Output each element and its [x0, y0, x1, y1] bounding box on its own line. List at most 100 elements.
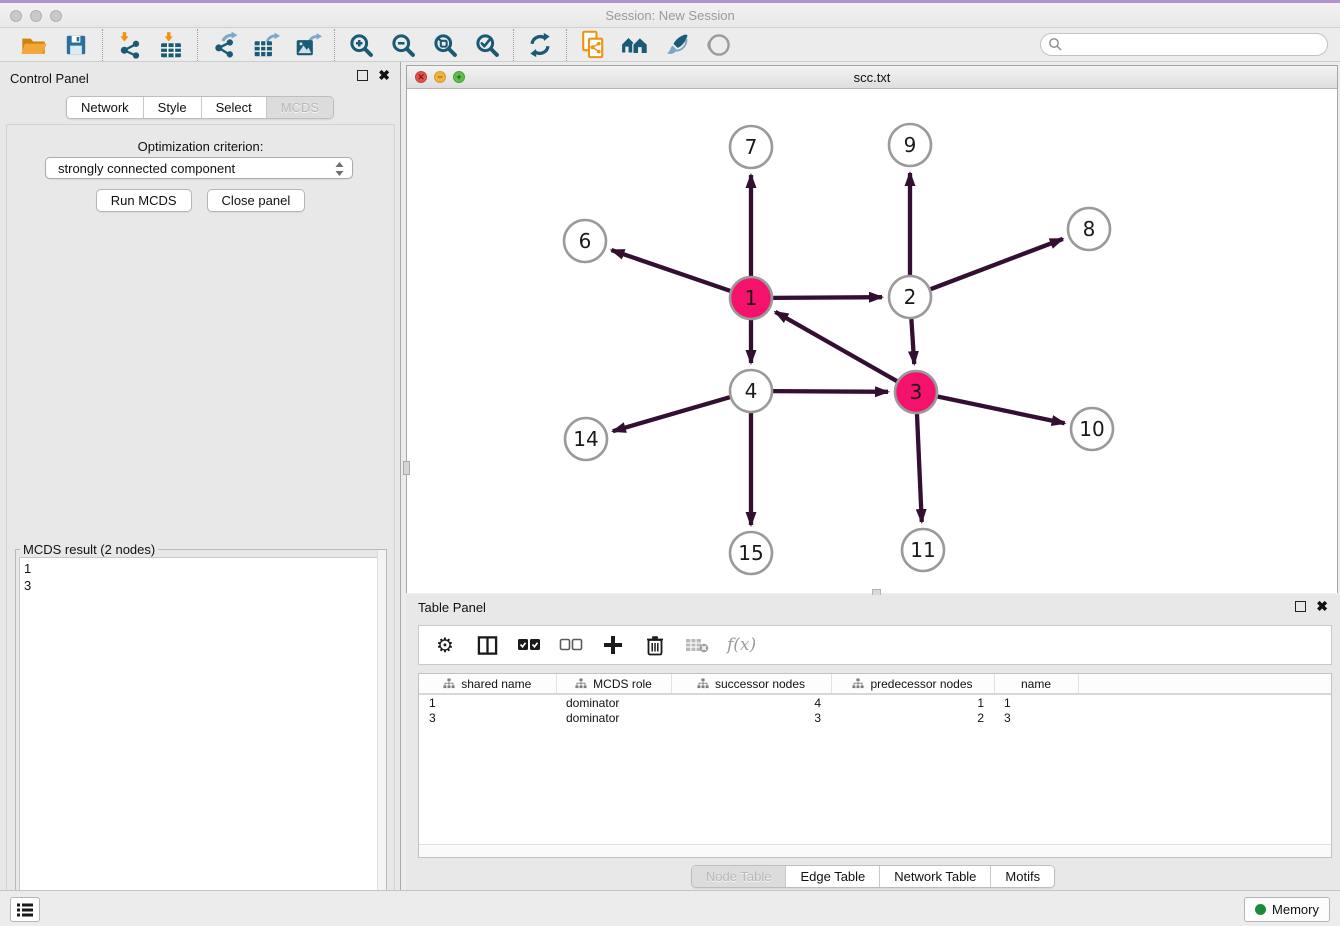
- graph-edge-3-11[interactable]: [917, 414, 922, 522]
- graph-edge-3-1[interactable]: [775, 312, 897, 381]
- chevron-up-down-icon: [334, 160, 345, 181]
- column-header-successor-nodes[interactable]: successor nodes: [671, 674, 831, 694]
- graph-node-label: 3: [910, 380, 923, 404]
- column-header-shared-name[interactable]: shared name: [419, 674, 556, 694]
- criterion-dropdown[interactable]: strongly connected component: [45, 157, 353, 179]
- table-toolbar: ⚙ f(x): [418, 625, 1332, 665]
- graph-node-label: 15: [738, 541, 763, 565]
- table-hscrollbar[interactable]: [419, 844, 1331, 857]
- graph-edge-1-6[interactable]: [611, 250, 730, 291]
- memory-label: Memory: [1272, 902, 1319, 917]
- splitter-grip[interactable]: [403, 461, 410, 475]
- graph-edge-4-3[interactable]: [773, 391, 888, 392]
- task-history-button[interactable]: [10, 897, 40, 922]
- mcds-panel: Optimization criterion: strongly connect…: [6, 124, 395, 926]
- graph-node-label: 9: [904, 133, 917, 157]
- table-cell[interactable]: 4: [671, 694, 831, 710]
- window-title: Session: New Session: [0, 8, 1340, 23]
- column-header-name[interactable]: name: [994, 674, 1078, 694]
- tab-network[interactable]: Network: [67, 97, 143, 118]
- table-cell[interactable]: dominator: [556, 694, 671, 710]
- hide-eye-icon[interactable]: [705, 31, 733, 59]
- graph-node-label: 6: [579, 229, 592, 253]
- memory-button[interactable]: Memory: [1244, 897, 1330, 922]
- tab-network-table[interactable]: Network Table: [879, 866, 990, 887]
- table-cell[interactable]: dominator: [556, 710, 671, 726]
- export-image-icon[interactable]: [294, 31, 322, 59]
- network-title: scc.txt: [407, 70, 1337, 85]
- table-row[interactable]: 1dominator411: [419, 694, 1331, 710]
- graph-edge-4-14[interactable]: [613, 397, 730, 431]
- table-cell[interactable]: 3: [419, 710, 556, 726]
- main-toolbar: [0, 28, 1340, 62]
- zoom-out-icon[interactable]: [389, 31, 417, 59]
- graph-node-label: 8: [1083, 217, 1096, 241]
- session-home-icon[interactable]: [621, 31, 649, 59]
- export-table-icon[interactable]: [252, 31, 280, 59]
- table-row[interactable]: 3dominator323: [419, 710, 1331, 726]
- control-panel: Control Panel ✖ Network Style Select MCD…: [0, 62, 401, 890]
- control-panel-tabs: Network Style Select MCDS: [66, 96, 334, 119]
- mcds-result-scrollbar[interactable]: [377, 550, 386, 926]
- graph-node-label: 10: [1079, 417, 1104, 441]
- float-panel-icon[interactable]: [357, 70, 368, 81]
- table-cell[interactable]: 3: [671, 710, 831, 726]
- network-graph: 7968124314101511: [407, 89, 1337, 593]
- zoom-fit-icon[interactable]: [431, 31, 459, 59]
- open-folder-icon[interactable]: [20, 31, 48, 59]
- graph-edge-1-2[interactable]: [773, 297, 882, 298]
- graph-node-label: 7: [745, 135, 758, 159]
- tab-edge-table[interactable]: Edge Table: [785, 866, 879, 887]
- application-window: Session: New Session: [0, 0, 1340, 926]
- zoom-selected-icon[interactable]: [473, 31, 501, 59]
- graph-node-label: 2: [904, 285, 917, 309]
- column-header-predecessor-nodes[interactable]: predecessor nodes: [831, 674, 994, 694]
- select-all-rows-icon[interactable]: [517, 633, 541, 657]
- tree-column-icon: [575, 678, 587, 689]
- add-column-icon[interactable]: [601, 633, 625, 657]
- import-table-icon[interactable]: [157, 31, 185, 59]
- export-network-icon[interactable]: [210, 31, 238, 59]
- tab-select[interactable]: Select: [201, 97, 266, 118]
- close-panel-icon[interactable]: ✖: [378, 70, 390, 81]
- table-cell[interactable]: 1: [994, 694, 1078, 710]
- list-icon: [16, 902, 34, 918]
- network-titlebar: ✕ − + scc.txt: [407, 66, 1337, 89]
- column-header-MCDS-role[interactable]: MCDS role: [556, 674, 671, 694]
- tab-style[interactable]: Style: [143, 97, 201, 118]
- run-mcds-button[interactable]: Run MCDS: [96, 189, 192, 212]
- save-session-icon[interactable]: [62, 31, 90, 59]
- table-tabs: Node Table Edge Table Network Table Moti…: [691, 865, 1055, 888]
- search-input[interactable]: [1040, 33, 1328, 56]
- mcds-result-line: 3: [24, 577, 378, 594]
- close-table-panel-icon[interactable]: ✖: [1316, 601, 1328, 612]
- table-cell[interactable]: 2: [831, 710, 994, 726]
- table-settings-gear-icon[interactable]: ⚙: [433, 633, 457, 657]
- table-cell[interactable]: 3: [994, 710, 1078, 726]
- delete-column-icon[interactable]: [643, 633, 667, 657]
- style-brush-icon[interactable]: [663, 31, 691, 59]
- graph-edge-2-3[interactable]: [911, 319, 914, 364]
- graph-edge-2-8[interactable]: [931, 239, 1063, 289]
- tab-node-table[interactable]: Node Table: [692, 866, 786, 887]
- tab-mcds[interactable]: MCDS: [266, 97, 333, 118]
- close-panel-button[interactable]: Close panel: [207, 189, 306, 212]
- mcds-result-text[interactable]: 13: [19, 557, 383, 926]
- node-table: shared nameMCDS rolesuccessor nodesprede…: [418, 673, 1332, 858]
- column-selector-icon[interactable]: [475, 633, 499, 657]
- tab-motifs[interactable]: Motifs: [990, 866, 1054, 887]
- mcds-result-title: MCDS result (2 nodes): [20, 542, 158, 557]
- zoom-in-icon[interactable]: [347, 31, 375, 59]
- network-view-window: ✕ − + scc.txt 7968124314101511: [406, 65, 1338, 593]
- table-cell[interactable]: 1: [419, 694, 556, 710]
- table-cell[interactable]: 1: [831, 694, 994, 710]
- column-header-filler: [1078, 674, 1331, 694]
- float-table-panel-icon[interactable]: [1295, 601, 1306, 612]
- deselect-all-rows-icon[interactable]: [559, 633, 583, 657]
- import-network-icon[interactable]: [115, 31, 143, 59]
- search-container: [1040, 33, 1328, 56]
- network-canvas[interactable]: 7968124314101511: [407, 89, 1337, 593]
- refresh-icon[interactable]: [526, 31, 554, 59]
- graph-edge-3-10[interactable]: [938, 397, 1065, 424]
- clone-network-icon[interactable]: [579, 31, 607, 59]
